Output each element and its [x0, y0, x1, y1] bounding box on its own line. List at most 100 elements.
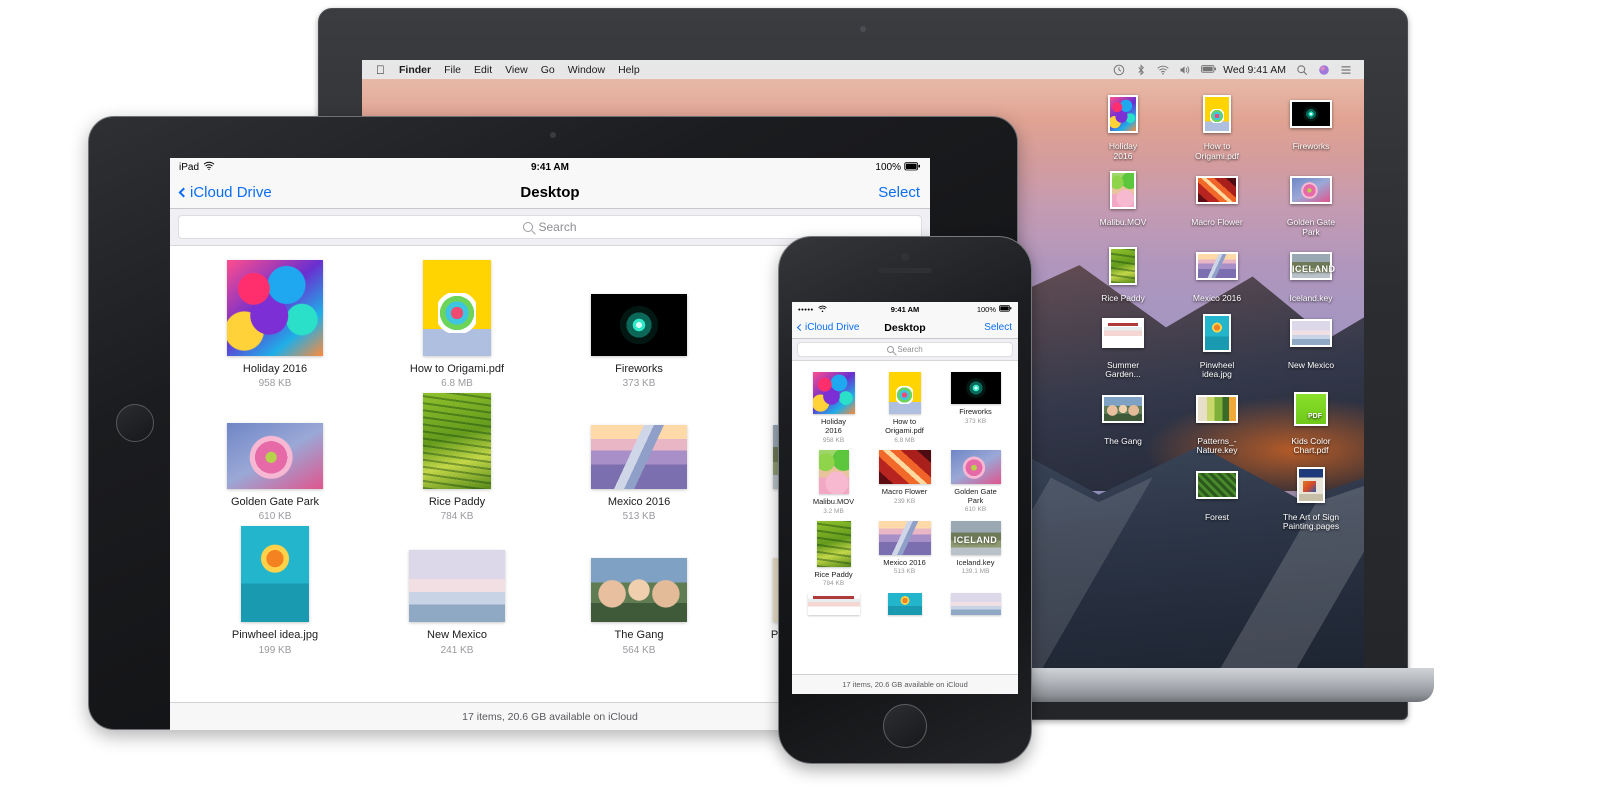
desktop-icon[interactable]: Malibu.MOV — [1076, 161, 1170, 237]
file-thumbnail-golden — [227, 423, 323, 490]
iphone-search-container: Search — [792, 339, 1018, 361]
desktop-icon[interactable]: Kids ColorChart.pdf — [1264, 380, 1358, 456]
menu-item-edit[interactable]: Edit — [474, 64, 492, 76]
menu-item-finder[interactable]: Finder — [399, 64, 431, 76]
desktop-icon[interactable]: Summer Garden... — [1076, 304, 1170, 380]
file-grid-item[interactable] — [940, 587, 1011, 616]
bluetooth-icon[interactable] — [1135, 63, 1147, 76]
search-icon[interactable] — [1296, 64, 1308, 76]
desktop-icon-row: Forest The Art of Sign Painting.pages — [1076, 456, 1358, 532]
file-grid-item[interactable] — [798, 587, 869, 616]
search-icon — [523, 222, 534, 232]
ipad-home-button[interactable] — [116, 404, 154, 442]
file-name-label: Fireworks — [615, 363, 663, 375]
ipad-select-button[interactable]: Select — [878, 184, 920, 201]
file-grid-item[interactable]: Pinwheel idea.jpg 199 KB — [184, 522, 366, 656]
file-thumbnail-wrap — [940, 444, 1011, 484]
desktop-icon[interactable]: Macro Flower — [1170, 161, 1264, 237]
file-size-label: 139.1 MB — [961, 568, 990, 576]
file-thumbnail-wrap — [940, 587, 1011, 616]
desktop-icon-label: Forest — [1204, 511, 1230, 522]
file-thumbnail-wrap — [798, 444, 869, 494]
siri-icon[interactable] — [1318, 64, 1330, 76]
file-grid-item[interactable]: Malibu.MOV3.2 MB — [798, 444, 869, 515]
desktop-icon-thumbnail — [1170, 460, 1264, 510]
file-size-label: 958 KB — [822, 436, 845, 444]
search-icon — [887, 346, 895, 353]
wifi-icon[interactable] — [1157, 64, 1169, 76]
desktop-icon[interactable]: Mexico 2016 — [1170, 237, 1264, 304]
iphone-battery: 100% — [977, 305, 1012, 314]
battery-icon — [904, 161, 921, 174]
file-name-label: Macro Flower — [881, 486, 928, 496]
file-thumbnail-wrap — [869, 587, 940, 616]
desktop-icon[interactable]: Patterns_- Nature.key — [1170, 380, 1264, 456]
menu-item-window[interactable]: Window — [568, 64, 605, 76]
desktop-icon[interactable]: Pinwheel idea.jpg — [1170, 304, 1264, 380]
desktop-icon-label: Iceland.key — [1289, 293, 1333, 304]
file-thumbnail-newmexico — [409, 550, 505, 623]
desktop-icon[interactable]: Rice Paddy — [1076, 237, 1170, 304]
file-thumbnail-holiday — [227, 260, 323, 356]
desktop-icon-grid: Holiday 2016 How to Origami.pdf Fireworks Ma… — [1076, 85, 1358, 532]
file-thumbnail-mexico — [591, 425, 687, 490]
file-thumbnail-wrap — [184, 389, 366, 490]
file-grid-item[interactable]: Mexico 2016 513 KB — [548, 389, 730, 522]
desktop-icon[interactable]: Forest — [1170, 456, 1264, 532]
iphone-home-button[interactable] — [883, 704, 927, 748]
desktop-icon-thumbnail — [1076, 241, 1170, 291]
file-grid-item[interactable]: New Mexico 241 KB — [366, 522, 548, 656]
volume-icon[interactable] — [1179, 64, 1191, 76]
iphone-select-button[interactable]: Select — [984, 322, 1012, 333]
file-grid-item[interactable]: Fireworks 373 KB — [940, 366, 1011, 444]
ipad-search-placeholder: Search — [538, 220, 577, 234]
apple-icon[interactable]:  — [376, 64, 385, 76]
desktop-icon-empty — [1076, 456, 1170, 532]
file-thumbnail-wrap — [366, 256, 548, 356]
file-grid-item[interactable]: Fireworks 373 KB — [548, 256, 730, 389]
menu-item-file[interactable]: File — [444, 64, 461, 76]
desktop-icon[interactable]: Iceland.key — [1264, 237, 1358, 304]
desktop-icon[interactable]: How to Origami.pdf — [1170, 85, 1264, 161]
battery-icon[interactable] — [1201, 64, 1217, 76]
ipad-page-title: Desktop — [520, 184, 580, 201]
file-grid-item[interactable]: The Gang 564 KB — [548, 522, 730, 656]
file-grid-item[interactable]: Iceland.key139.1 MB — [940, 515, 1011, 588]
file-grid-item[interactable]: Golden Gate Park 610 KB — [184, 389, 366, 522]
file-grid-item[interactable] — [869, 587, 940, 616]
desktop-icon[interactable]: Fireworks — [1264, 85, 1358, 161]
desktop-icon-label: Golden Gate Park — [1286, 217, 1336, 237]
desktop-icon-thumbnail — [1076, 384, 1170, 434]
file-grid-item[interactable]: Holiday 2016 958 KB — [798, 366, 869, 444]
menubar-clock[interactable]: Wed 9:41 AM — [1223, 64, 1286, 76]
file-grid-item[interactable]: Macro Flower 239 KB — [869, 444, 940, 515]
iphone-battery-label: 100% — [976, 305, 996, 314]
iphone-search-placeholder: Search — [897, 345, 923, 354]
desktop-icon[interactable]: The Art of Sign Painting.pages — [1264, 456, 1358, 532]
iphone-search-input[interactable]: Search — [797, 342, 1013, 357]
time-machine-icon[interactable] — [1113, 64, 1125, 76]
wifi-icon — [203, 161, 215, 174]
desktop-icon-label: Holiday 2016 — [1108, 141, 1138, 161]
menu-item-help[interactable]: Help — [618, 64, 640, 76]
desktop-icon[interactable]: The Gang — [1076, 380, 1170, 456]
desktop-icon-label: Patterns_- Nature.key — [1196, 435, 1238, 456]
file-grid-item[interactable]: Rice Paddy 784 KB — [366, 389, 548, 522]
file-grid-item[interactable]: Rice Paddy 784 KB — [798, 515, 869, 587]
file-thumbnail-holiday — [812, 372, 855, 414]
file-grid-item[interactable]: How to Origami.pdf 6.8 MB — [366, 256, 548, 389]
desktop-icon[interactable]: Holiday 2016 — [1076, 85, 1170, 161]
notification-center-icon[interactable] — [1340, 64, 1352, 76]
desktop-icon[interactable]: New Mexico — [1264, 304, 1358, 380]
desktop-icon[interactable]: Golden Gate Park — [1264, 161, 1358, 237]
file-grid-item[interactable]: How to Origami.pdf 6.8 MB — [869, 366, 940, 444]
file-thumbnail-gang — [591, 558, 687, 623]
menu-item-view[interactable]: View — [505, 64, 528, 76]
file-size-label: 513 KB — [893, 568, 916, 576]
file-grid-item[interactable]: Holiday 2016 958 KB — [184, 256, 366, 389]
file-thumbnail-summer — [1102, 317, 1144, 348]
menu-item-go[interactable]: Go — [541, 64, 555, 76]
file-grid-item[interactable]: Golden Gate Park 610 KB — [940, 444, 1011, 515]
file-name-label: Golden Gate Park — [230, 496, 320, 509]
file-grid-item[interactable]: Mexico 2016 513 KB — [869, 515, 940, 588]
